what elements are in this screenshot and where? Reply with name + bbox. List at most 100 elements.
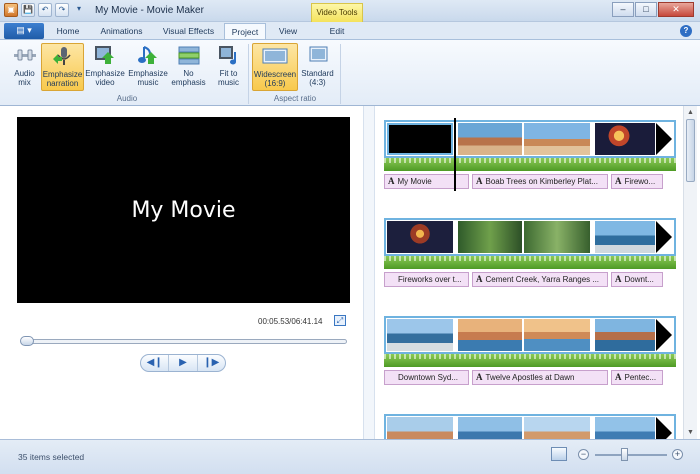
- play-button[interactable]: ▶: [169, 355, 198, 371]
- zoom-in-icon[interactable]: +: [672, 449, 683, 460]
- seek-bar[interactable]: [22, 339, 347, 344]
- audio-mix-icon: [12, 44, 38, 66]
- zoom-slider-thumb[interactable]: [621, 448, 628, 461]
- storyboard: A My Movie A Boab Trees on Kimberley Plat.…: [378, 106, 682, 439]
- next-frame-button[interactable]: ❙▶: [198, 355, 225, 371]
- preview-title-text: My Movie: [131, 197, 236, 223]
- caption-item[interactable]: A Downt...: [611, 272, 663, 287]
- caption-item[interactable]: A My Movie: [384, 174, 469, 189]
- selection-status: 35 items selected: [18, 452, 85, 462]
- app-icon[interactable]: ▣: [4, 3, 18, 17]
- emphasize-narration-button[interactable]: Emphasize narration: [41, 43, 84, 91]
- application-menu-button[interactable]: ▤ ▾: [4, 23, 44, 39]
- tab-project[interactable]: Project: [224, 23, 266, 40]
- help-icon[interactable]: ?: [680, 25, 692, 37]
- clip-thumbnail[interactable]: [458, 319, 522, 351]
- clip-thumbnail[interactable]: [458, 417, 522, 439]
- video-up-icon: [92, 44, 118, 66]
- tab-home[interactable]: Home: [50, 23, 86, 40]
- caption-track: A My Movie A Boab Trees on Kimberley Plat.…: [384, 174, 676, 189]
- clip-strip[interactable]: [384, 414, 676, 439]
- music-up-icon: [135, 44, 161, 66]
- fullscreen-preview-icon[interactable]: ⤢: [334, 315, 346, 326]
- undo-icon[interactable]: ↶: [38, 3, 52, 17]
- transition-marker: [656, 123, 672, 155]
- transition-marker: [656, 417, 672, 439]
- clip-strip[interactable]: [384, 316, 676, 354]
- window-controls: – □ ✕: [612, 2, 694, 17]
- storyboard-row: Downtown Syd... A Twelve Apostles at Dawn…: [384, 310, 676, 390]
- narration-mic-icon: [50, 45, 76, 67]
- aspect-ratio-group-label: Aspect ratio: [273, 94, 317, 103]
- fit-to-music-button[interactable]: Fit to music: [212, 43, 245, 91]
- zoom-slider[interactable]: [595, 454, 667, 456]
- thumbnail-size-icon[interactable]: [551, 447, 567, 461]
- caption-track: Downtown Syd... A Twelve Apostles at Dawn…: [384, 370, 676, 385]
- clip-strip[interactable]: [384, 218, 676, 256]
- no-emphasis-icon: [176, 44, 202, 66]
- scroll-down-icon[interactable]: ▼: [686, 428, 695, 437]
- audio-waveform: [384, 158, 676, 171]
- caption-item[interactable]: A Pentec...: [611, 370, 663, 385]
- customize-qat-icon[interactable]: ▾: [72, 3, 86, 17]
- minimize-button[interactable]: –: [612, 2, 634, 17]
- clip-thumbnail[interactable]: [524, 123, 590, 155]
- group-separator: [248, 44, 249, 104]
- close-button[interactable]: ✕: [658, 2, 694, 17]
- widescreen-icon: [262, 45, 288, 67]
- previous-frame-button[interactable]: ◀❙: [141, 355, 170, 371]
- emphasize-music-button[interactable]: Emphasize music: [127, 43, 169, 91]
- ribbon-tab-bar: ▤ ▾ Home Animations Visual Effects Proje…: [0, 22, 700, 40]
- clip-thumbnail[interactable]: [524, 417, 590, 439]
- tab-view[interactable]: View: [270, 23, 306, 40]
- clip-thumbnail[interactable]: [595, 417, 655, 439]
- audio-group-label: Audio: [116, 94, 138, 103]
- timecode: 00:05.53/06:41.14: [258, 317, 323, 326]
- clip-thumbnail[interactable]: [387, 221, 453, 253]
- caption-item[interactable]: A Boab Trees on Kimberley Plat...: [472, 174, 608, 189]
- audio-mix-button[interactable]: Audio mix: [8, 43, 41, 91]
- widescreen-button[interactable]: Widescreen (16:9): [252, 43, 298, 91]
- video-tools-contextual-tab: Video Tools: [311, 3, 363, 22]
- transition-marker: [656, 319, 672, 351]
- clip-thumbnail[interactable]: [387, 319, 453, 351]
- clip-strip[interactable]: [384, 120, 676, 158]
- tab-animations[interactable]: Animations: [93, 23, 150, 40]
- zoom-out-icon[interactable]: −: [578, 449, 589, 460]
- emphasize-video-button[interactable]: Emphasize video: [85, 43, 125, 91]
- clip-thumbnail[interactable]: [595, 221, 655, 253]
- storyboard-row: Fireworks over t... A Cement Creek, Yarra…: [384, 212, 676, 292]
- caption-item[interactable]: A Cement Creek, Yarra Ranges ...: [472, 272, 608, 287]
- transition-marker: [656, 221, 672, 253]
- clip-thumbnail[interactable]: [524, 221, 590, 253]
- title-clip-thumbnail[interactable]: [387, 123, 453, 155]
- window-title: My Movie - Movie Maker: [95, 5, 204, 16]
- caption-item[interactable]: A Twelve Apostles at Dawn: [472, 370, 608, 385]
- clip-thumbnail[interactable]: [524, 319, 590, 351]
- caption-item[interactable]: Downtown Syd...: [384, 370, 469, 385]
- scroll-thumb[interactable]: [686, 119, 695, 182]
- pane-splitter[interactable]: [363, 106, 375, 439]
- clip-thumbnail[interactable]: [387, 417, 453, 439]
- storyboard-row: A My Movie A Boab Trees on Kimberley Plat.…: [384, 114, 676, 194]
- main-area: My Movie 00:05.53/06:41.14 ⤢ ◀❙ ▶ ❙▶ A My…: [0, 106, 700, 439]
- title-bar: ▣ 💾 ↶ ↷ ▾ My Movie - Movie Maker Video T…: [0, 0, 700, 22]
- clip-thumbnail[interactable]: [458, 123, 522, 155]
- scroll-up-icon[interactable]: ▲: [686, 108, 695, 117]
- clip-thumbnail[interactable]: [595, 319, 655, 351]
- caption-item[interactable]: A Firewo...: [611, 174, 663, 189]
- caption-item[interactable]: Fireworks over t...: [384, 272, 469, 287]
- standard-aspect-button[interactable]: Standard (4:3): [299, 43, 336, 91]
- playhead[interactable]: [454, 118, 456, 191]
- redo-icon[interactable]: ↷: [55, 3, 69, 17]
- clip-thumbnail[interactable]: [595, 123, 655, 155]
- tab-edit[interactable]: Edit: [313, 23, 361, 40]
- save-icon[interactable]: 💾: [21, 3, 35, 17]
- maximize-button[interactable]: □: [635, 2, 657, 17]
- seek-thumb[interactable]: [20, 336, 34, 346]
- video-preview[interactable]: My Movie: [17, 117, 350, 303]
- tab-visual-effects[interactable]: Visual Effects: [157, 23, 220, 40]
- no-emphasis-button[interactable]: No emphasis: [171, 43, 206, 91]
- group-separator: [340, 44, 341, 104]
- clip-thumbnail[interactable]: [458, 221, 522, 253]
